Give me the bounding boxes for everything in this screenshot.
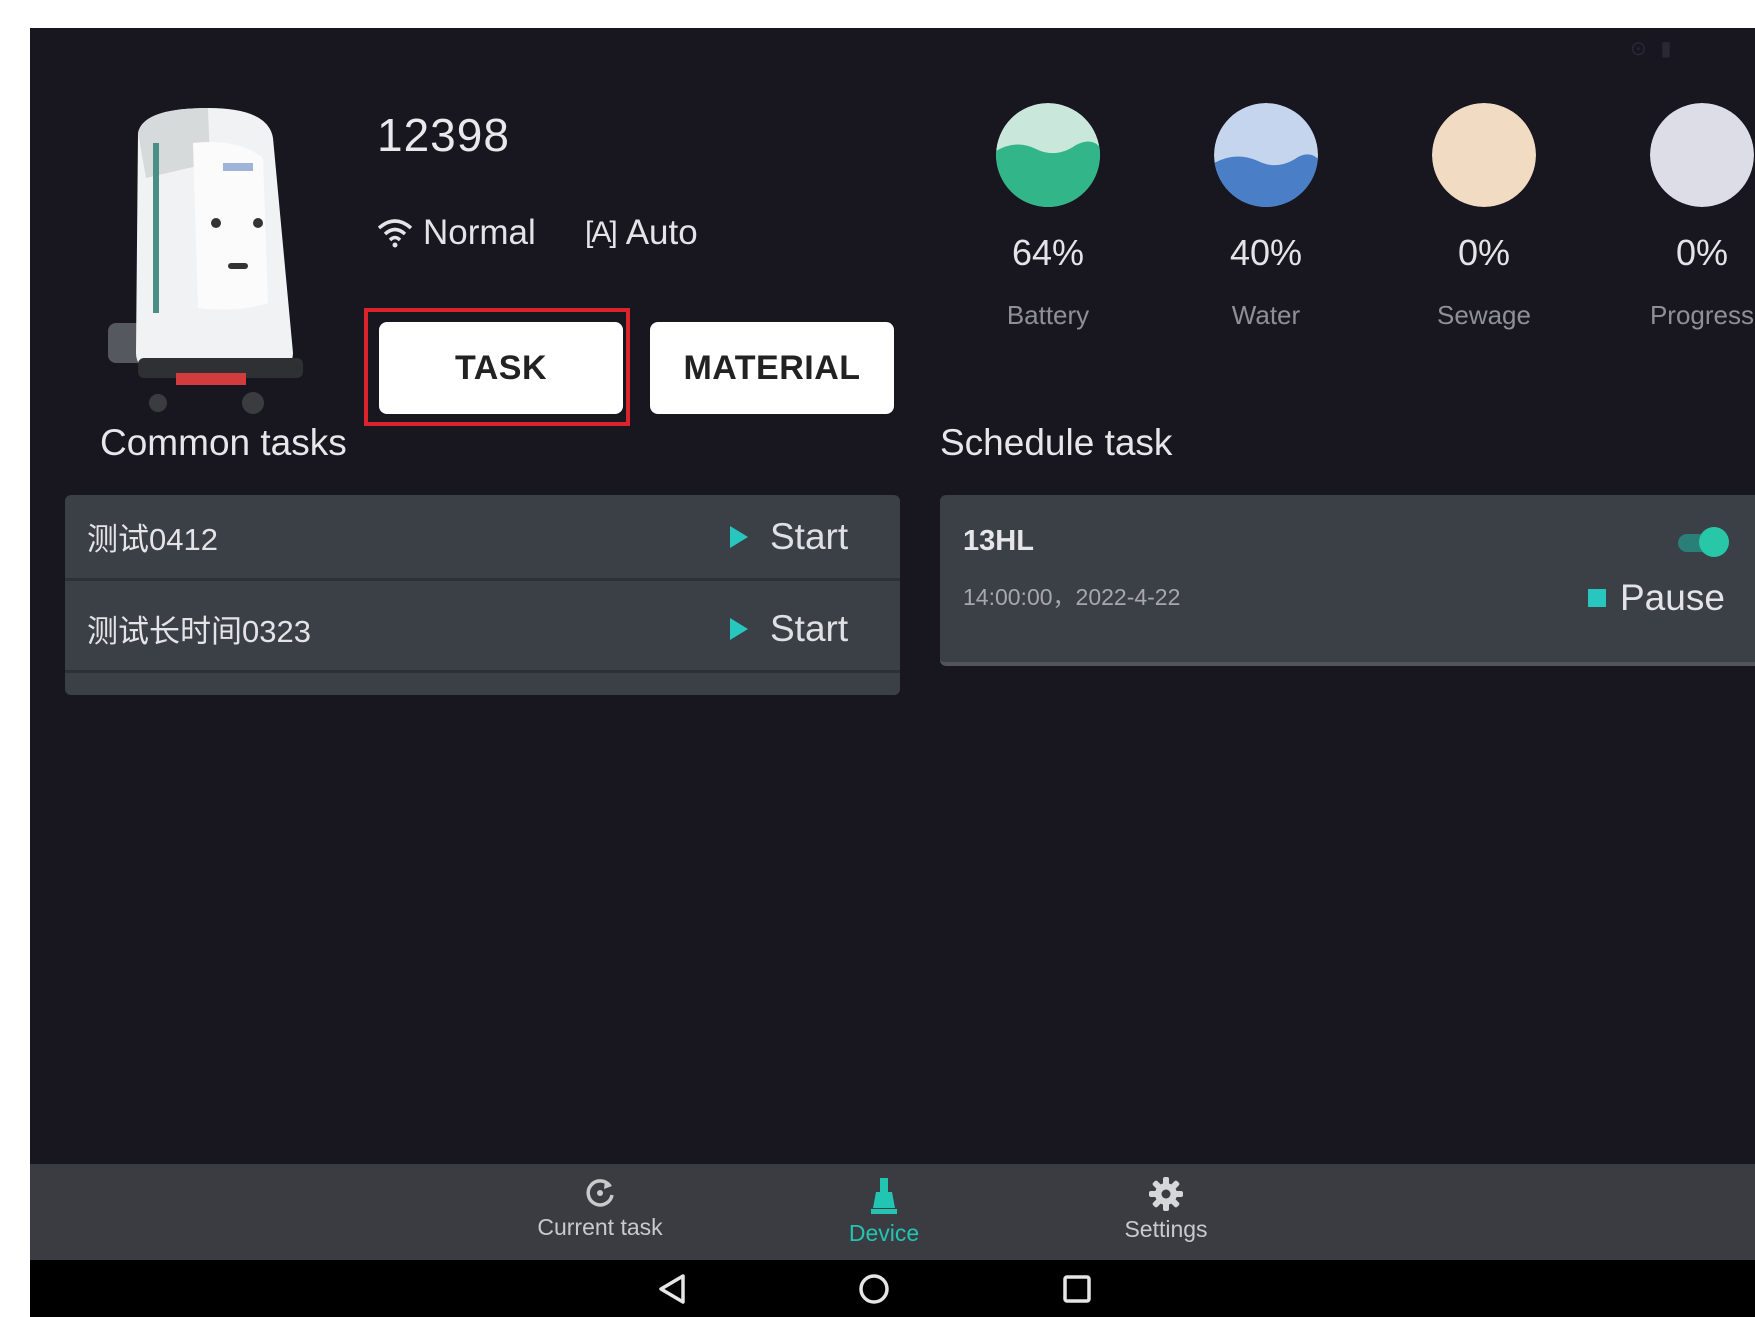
schedule-enable-toggle[interactable] — [1676, 525, 1732, 559]
gear-icon — [1149, 1177, 1183, 1211]
start-button[interactable]: Start — [730, 608, 848, 650]
material-button[interactable]: MATERIAL — [650, 322, 894, 414]
start-label: Start — [770, 607, 849, 649]
task-name: 测试长时间0323 — [87, 614, 311, 649]
water-level-icon — [1214, 103, 1318, 207]
network-status: Normal — [377, 213, 536, 253]
device-id: 12398 — [377, 109, 510, 161]
recent-apps-icon[interactable] — [1060, 1272, 1094, 1306]
schedule-task-card[interactable]: 13HL 14:00:00，2022-4-22 Pause — [940, 495, 1755, 666]
app-screen: ⊙ ▮ 12398 Normal [A] Auto TASK MATERIAL — [30, 28, 1755, 1317]
schedule-task-name: 13HL — [963, 525, 1034, 557]
status-bar-icons: ⊙ ▮ — [1630, 38, 1676, 60]
pause-button[interactable]: Pause — [1588, 577, 1725, 619]
play-icon — [730, 617, 748, 640]
water-gauge: 40% Water — [1196, 103, 1336, 331]
task-name: 测试0412 — [87, 522, 218, 557]
pause-label: Pause — [1620, 577, 1725, 618]
home-icon[interactable] — [857, 1272, 891, 1306]
list-item[interactable]: 测试长时间0323 Start — [65, 587, 900, 673]
robot-image — [108, 108, 303, 414]
battery-value: 64% — [1011, 232, 1085, 273]
common-tasks-title: Common tasks — [100, 422, 347, 463]
device-icon — [871, 1178, 897, 1214]
nav-device-label: Device — [848, 1220, 920, 1246]
progress-gauge: 0% Progress — [1632, 103, 1755, 331]
mode-status: [A] Auto — [585, 213, 698, 253]
sewage-label: Sewage — [1437, 300, 1531, 330]
battery-label: Battery — [1006, 300, 1090, 330]
system-navigation-bar — [30, 1260, 1755, 1317]
stop-square-icon — [1588, 589, 1606, 607]
water-value: 40% — [1229, 232, 1303, 273]
wifi-icon — [377, 219, 413, 248]
battery-gauge: 64% Battery — [978, 103, 1118, 331]
task-button[interactable]: TASK — [379, 322, 623, 414]
progress-value: 0% — [1675, 232, 1729, 273]
sewage-level-icon — [1432, 103, 1536, 207]
progress-level-icon — [1650, 103, 1754, 207]
start-button[interactable]: Start — [730, 516, 848, 558]
schedule-task-title: Schedule task — [940, 422, 1173, 463]
common-tasks-list: 测试0412 Start 测试长时间0323 Start — [65, 495, 900, 695]
bottom-navigation: Current task Device Settings — [30, 1164, 1755, 1260]
schedule-task-time: 14:00:00，2022-4-22 — [963, 584, 1181, 610]
water-label: Water — [1231, 300, 1301, 330]
progress-label: Progress — [1649, 300, 1755, 330]
nav-current-task[interactable]: Current task — [510, 1176, 690, 1241]
nav-settings[interactable]: Settings — [1076, 1176, 1256, 1243]
nav-current-task-label: Current task — [537, 1214, 663, 1240]
list-item[interactable]: 测试0412 Start — [65, 495, 900, 581]
mode-status-label: Auto — [625, 213, 698, 252]
refresh-icon — [586, 1179, 614, 1207]
start-label: Start — [770, 515, 849, 557]
play-icon — [730, 525, 748, 548]
auto-mode-icon: [A] — [585, 216, 618, 249]
sewage-gauge: 0% Sewage — [1414, 103, 1554, 331]
nav-settings-label: Settings — [1124, 1216, 1208, 1242]
nav-device[interactable]: Device — [794, 1176, 974, 1247]
back-icon[interactable] — [655, 1272, 689, 1306]
sewage-value: 0% — [1457, 232, 1511, 273]
battery-level-icon — [996, 103, 1100, 207]
network-status-label: Normal — [423, 213, 536, 252]
